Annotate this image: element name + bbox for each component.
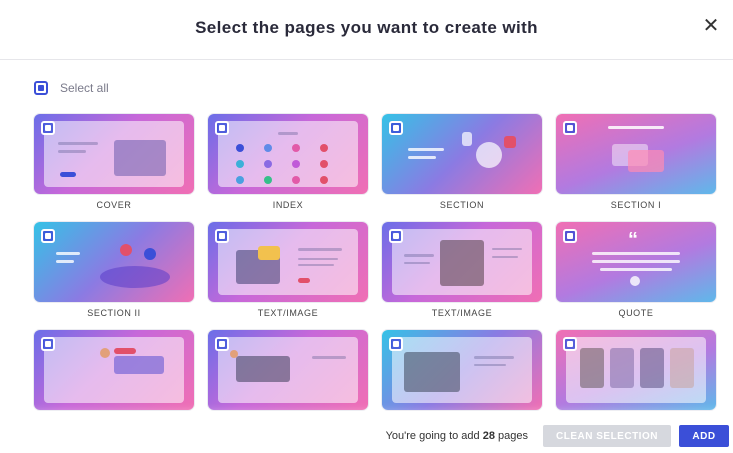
page-card-section-i[interactable]: SECTION I — [556, 114, 716, 212]
page-card-section-ii[interactable]: SECTION II — [34, 222, 194, 320]
page-thumbnail[interactable] — [208, 330, 368, 410]
page-caption: INDEX — [272, 200, 304, 210]
page-checkbox[interactable] — [389, 337, 403, 351]
select-all-checkbox[interactable] — [34, 81, 48, 95]
selection-count-value: 28 — [482, 430, 495, 442]
page-caption: SECTION — [439, 200, 485, 210]
page-card-quote[interactable]: “ QUOTE — [556, 222, 716, 320]
add-button[interactable]: ADD — [679, 425, 729, 447]
page-thumbnail[interactable] — [382, 114, 542, 194]
page-checkbox[interactable] — [563, 337, 577, 351]
page-card-section[interactable]: SECTION — [382, 114, 542, 212]
page-thumbnail[interactable]: “ — [556, 222, 716, 302]
page-thumbnail[interactable] — [382, 330, 542, 410]
clean-selection-button[interactable]: CLEAN SELECTION — [543, 425, 671, 447]
page-checkbox[interactable] — [41, 337, 55, 351]
page-checkbox[interactable] — [215, 121, 229, 135]
page-card-cover[interactable]: COVER — [34, 114, 194, 212]
page-checkbox[interactable] — [563, 121, 577, 135]
page-card-text-image-1[interactable]: TEXT/IMAGE — [208, 222, 368, 320]
page-thumbnail[interactable] — [34, 330, 194, 410]
selection-count-text: You're going to add 28 pages — [385, 430, 528, 442]
page-caption: SECTION I — [610, 200, 662, 210]
page-thumbnail[interactable] — [556, 330, 716, 410]
quote-icon: “ — [628, 229, 638, 251]
dialog-header: Select the pages you want to create with… — [0, 0, 733, 60]
page-caption: QUOTE — [618, 308, 654, 318]
page-caption: COVER — [96, 200, 132, 210]
dialog-footer: You're going to add 28 pages CLEAN SELEC… — [0, 421, 733, 453]
page-thumbnail[interactable] — [208, 222, 368, 302]
page-checkbox[interactable] — [41, 121, 55, 135]
page-caption: TEXT/IMAGE — [257, 308, 319, 318]
page-card-row3-4[interactable] — [556, 330, 716, 428]
page-checkbox[interactable] — [41, 229, 55, 243]
page-thumbnail[interactable] — [34, 222, 194, 302]
page-caption: SECTION II — [87, 308, 141, 318]
page-checkbox[interactable] — [389, 121, 403, 135]
page-card-index[interactable]: INDEX — [208, 114, 368, 212]
select-all-row[interactable]: Select all — [34, 80, 109, 96]
page-card-row3-2[interactable] — [208, 330, 368, 428]
page-checkbox[interactable] — [563, 229, 577, 243]
page-card-row3-1[interactable] — [34, 330, 194, 428]
page-checkbox[interactable] — [215, 337, 229, 351]
page-checkbox[interactable] — [215, 229, 229, 243]
close-icon[interactable]: ✕ — [699, 14, 723, 38]
page-thumbnail[interactable] — [556, 114, 716, 194]
page-caption: TEXT/IMAGE — [431, 308, 493, 318]
page-card-row3-3[interactable] — [382, 330, 542, 428]
page-card-text-image-2[interactable]: TEXT/IMAGE — [382, 222, 542, 320]
page-checkbox[interactable] — [389, 229, 403, 243]
page-grid: COVER INDEX SECTION SECTION I SECTION II… — [34, 114, 716, 428]
select-all-label: Select all — [60, 81, 109, 95]
dialog-title: Select the pages you want to create with — [195, 18, 538, 37]
page-thumbnail[interactable] — [34, 114, 194, 194]
page-thumbnail[interactable] — [208, 114, 368, 194]
page-thumbnail[interactable] — [382, 222, 542, 302]
